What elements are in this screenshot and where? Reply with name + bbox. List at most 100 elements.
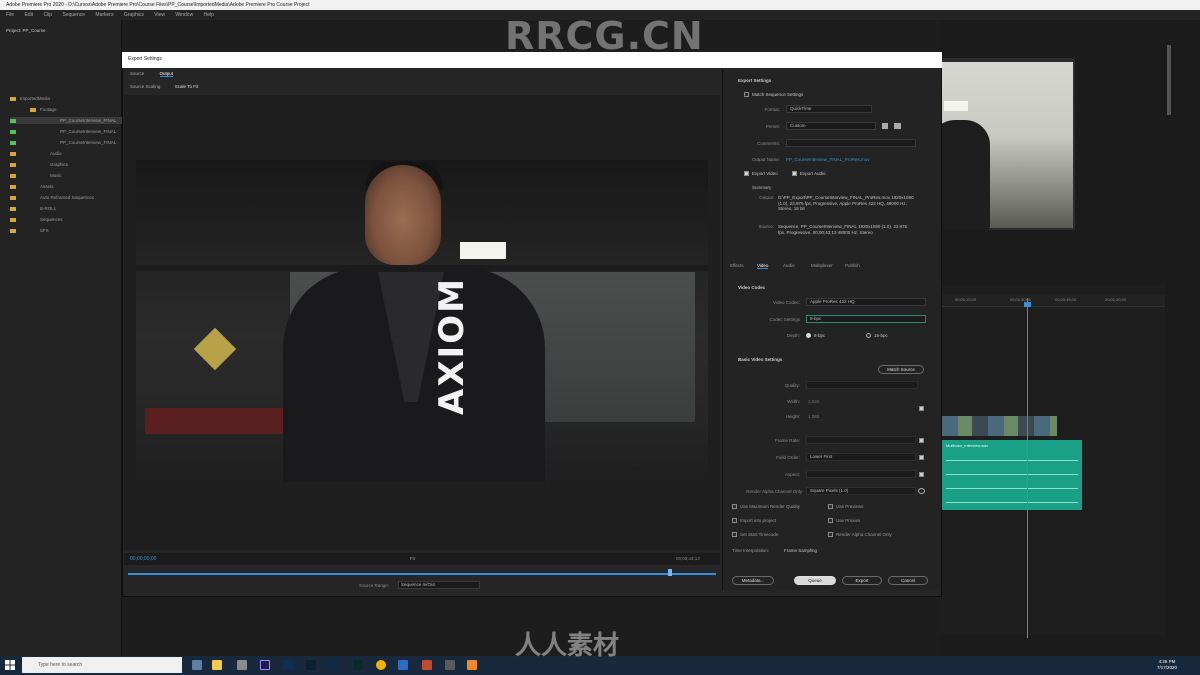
codec-settings-field[interactable]: 8-bpc xyxy=(806,315,926,323)
use-previews-checkbox[interactable] xyxy=(828,504,833,509)
zoom-dropdown[interactable]: Fit xyxy=(410,556,415,561)
depth-8bpc-radio[interactable] xyxy=(806,333,811,338)
export-settings-header[interactable]: Export Settings xyxy=(738,78,771,83)
app-icon[interactable] xyxy=(353,660,363,670)
media-encoder-icon[interactable] xyxy=(283,660,293,670)
app-icon[interactable] xyxy=(467,660,477,670)
match-source-width-checkbox[interactable] xyxy=(919,406,924,411)
summary-header[interactable]: Summary xyxy=(752,185,771,190)
match-sequence-checkbox[interactable] xyxy=(744,92,749,97)
cancel-button[interactable]: Cancel xyxy=(888,576,928,585)
windows-start-icon[interactable] xyxy=(4,659,16,671)
current-timecode[interactable]: 00;00;00;00 xyxy=(130,556,156,562)
playhead-handle[interactable] xyxy=(1024,302,1031,307)
search-icon[interactable] xyxy=(918,488,925,494)
timeline-ruler[interactable]: 00;00;15;00 00;00;30;00 00;00;45;00 00;0… xyxy=(940,295,1165,307)
tab-multiplexer[interactable]: Multiplexer xyxy=(811,263,833,268)
scrollbar[interactable] xyxy=(1167,45,1171,115)
quality-slider[interactable] xyxy=(806,381,918,389)
output-name-link[interactable]: PP_CourseInterview_FINAL_ProRes.mov xyxy=(786,157,870,162)
project-item[interactable]: Footage xyxy=(30,106,57,113)
tab-publish[interactable]: Publish xyxy=(845,263,860,268)
project-item[interactable]: Sequences xyxy=(10,216,63,223)
preview-scrub-thumb[interactable] xyxy=(668,569,672,576)
format-dropdown[interactable]: QuickTime xyxy=(786,105,872,113)
app-icon[interactable] xyxy=(237,660,247,670)
project-item[interactable]: PP_CourseInterview_FINAL xyxy=(10,139,116,146)
preview-scrub-track[interactable] xyxy=(128,573,716,575)
tab-video[interactable]: Video xyxy=(757,263,769,269)
menu-help[interactable]: Help xyxy=(204,12,214,18)
project-item[interactable]: Assets xyxy=(10,183,54,190)
project-item[interactable]: Audio xyxy=(10,150,62,157)
project-item[interactable]: Graphics xyxy=(10,161,68,168)
chrome-icon[interactable] xyxy=(376,660,386,670)
menu-sequence[interactable]: Sequence xyxy=(62,12,85,18)
task-view-icon[interactable] xyxy=(192,660,202,670)
project-item[interactable]: ImportedMedia xyxy=(10,95,50,102)
height-value[interactable]: 1,080 xyxy=(808,414,819,419)
tab-effects[interactable]: Effects xyxy=(730,263,744,268)
app-icon[interactable] xyxy=(445,660,455,670)
premiere-pro-icon[interactable] xyxy=(260,660,270,670)
folder-icon xyxy=(10,228,16,233)
project-item[interactable]: SFX xyxy=(10,227,49,234)
match-aspect-checkbox[interactable] xyxy=(919,472,924,477)
pixel-aspect-dropdown[interactable]: Square Pixels (1.0) xyxy=(806,487,916,495)
timeline-playhead[interactable] xyxy=(1027,298,1028,638)
save-preset-icon[interactable] xyxy=(882,123,888,129)
preset-dropdown[interactable]: Custom xyxy=(786,122,876,130)
video-codec-dropdown[interactable]: Apple ProRes 422 HQ xyxy=(806,298,926,306)
video-codec-header[interactable]: Video Codec xyxy=(738,285,765,290)
project-item[interactable]: PP_CourseInterview_FINAL xyxy=(10,128,116,135)
metadata-button[interactable]: Metadata... xyxy=(732,576,774,585)
menu-window[interactable]: Window xyxy=(175,12,193,18)
video-clip[interactable] xyxy=(942,416,1057,436)
depth-16bpc-radio[interactable] xyxy=(866,333,871,338)
source-scaling-dropdown[interactable]: Scale To Fit xyxy=(175,84,198,89)
menu-markers[interactable]: Markers xyxy=(95,12,113,18)
match-frame-rate-checkbox[interactable] xyxy=(919,438,924,443)
queue-button[interactable]: Queue xyxy=(794,576,836,585)
source-range-dropdown[interactable]: Sequence In/Out xyxy=(398,581,480,589)
taskbar-clock[interactable]: 4:25 PM 7/17/2020 xyxy=(1157,659,1177,671)
field-order-dropdown[interactable]: Lower First xyxy=(806,453,916,461)
app-icon[interactable] xyxy=(422,660,432,670)
use-proxies-checkbox[interactable] xyxy=(828,518,833,523)
start-timecode-checkbox[interactable] xyxy=(732,532,737,537)
frame-rate-dropdown[interactable] xyxy=(806,436,916,444)
project-item[interactable]: Music xyxy=(10,172,62,179)
import-preset-icon[interactable] xyxy=(894,123,901,129)
aspect-dropdown[interactable] xyxy=(806,470,916,478)
project-item-selected[interactable]: PP_CourseInterview_FINAL xyxy=(10,117,122,124)
comments-input[interactable] xyxy=(786,139,916,147)
audition-icon[interactable] xyxy=(330,660,340,670)
time-interpolation-dropdown[interactable]: Frame Sampling xyxy=(784,548,817,553)
match-field-order-checkbox[interactable] xyxy=(919,455,924,460)
menu-view[interactable]: View xyxy=(154,12,165,18)
project-item[interactable]: Auto Reframed Sequences xyxy=(10,194,94,201)
width-value[interactable]: 1,920 xyxy=(808,399,819,404)
file-explorer-icon[interactable] xyxy=(212,660,222,670)
menu-file[interactable]: File xyxy=(6,12,14,18)
tab-source[interactable]: Source xyxy=(130,71,144,76)
render-alpha-checkbox[interactable] xyxy=(828,532,833,537)
match-source-button[interactable]: Match Source xyxy=(878,365,924,374)
basic-video-header[interactable]: Basic Video Settings xyxy=(738,357,782,362)
photoshop-icon[interactable] xyxy=(306,660,316,670)
import-project-checkbox[interactable] xyxy=(732,518,737,523)
mail-icon[interactable] xyxy=(398,660,408,670)
tab-output[interactable]: Output xyxy=(159,71,174,77)
taskbar-search-input[interactable]: Type here to search xyxy=(22,657,182,673)
max-render-checkbox[interactable] xyxy=(732,504,737,509)
export-audio-checkbox[interactable] xyxy=(792,171,797,176)
menu-edit[interactable]: Edit xyxy=(24,12,33,18)
menu-graphics[interactable]: Graphics xyxy=(124,12,144,18)
export-video-checkbox[interactable] xyxy=(744,171,749,176)
clip-icon xyxy=(10,118,16,123)
menu-clip[interactable]: Clip xyxy=(43,12,52,18)
audio-clip[interactable]: Multicam_Interview.wav xyxy=(942,440,1082,510)
tab-audio[interactable]: Audio xyxy=(783,263,795,268)
export-button[interactable]: Export xyxy=(842,576,882,585)
project-item[interactable]: B-ROLL xyxy=(10,205,56,212)
